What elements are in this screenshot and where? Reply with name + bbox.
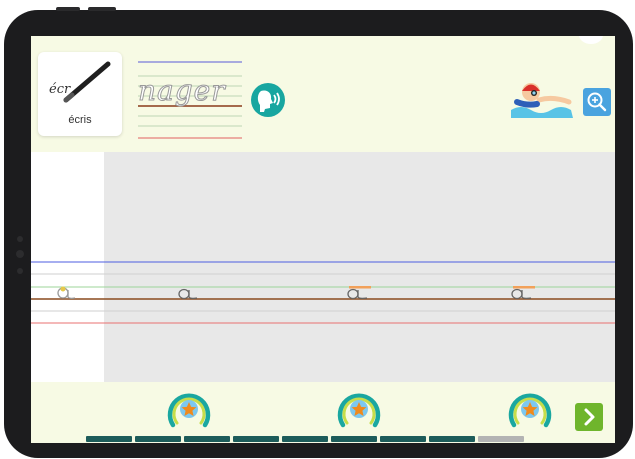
partner-avatar <box>579 36 603 44</box>
word-text: nager <box>138 74 226 108</box>
progress-segment-done <box>380 436 426 442</box>
progress-segment-done <box>429 436 475 442</box>
progress-segment-done <box>233 436 279 442</box>
speaker-head-icon <box>257 90 280 112</box>
audio-button[interactable] <box>251 83 285 117</box>
letter-model-hint[interactable] <box>503 284 539 302</box>
progress-segment-done <box>135 436 181 442</box>
chevron-right-icon <box>584 408 595 426</box>
sensor-icon <box>17 268 23 274</box>
power-button <box>56 7 80 11</box>
progress-segment-done <box>331 436 377 442</box>
next-button[interactable] <box>575 403 603 431</box>
progress-segment-todo <box>478 436 524 442</box>
progress-segment-done <box>282 436 328 442</box>
header-bar: écr écris nager <box>31 36 615 152</box>
mode-label: écris <box>68 114 92 126</box>
sensor-icon <box>16 250 24 258</box>
letter-model[interactable] <box>175 286 201 302</box>
writing-ruling <box>31 261 615 324</box>
zoom-button[interactable] <box>583 88 611 116</box>
letter-model-hint[interactable] <box>339 284 375 302</box>
app-screen: écr écris nager <box>31 36 615 443</box>
write-mode-card[interactable]: écr écris <box>38 52 122 136</box>
swimmer-illustration <box>511 83 573 118</box>
volume-button <box>88 7 116 11</box>
camera-icon <box>17 236 23 242</box>
progress-segment-done <box>184 436 230 442</box>
star-reward-icon <box>167 393 211 428</box>
footer-bar <box>31 382 615 443</box>
star-reward-icon <box>508 393 552 428</box>
zoom-in-icon <box>587 92 607 112</box>
pencil-icon <box>63 61 111 103</box>
letter-traced[interactable] <box>53 284 79 302</box>
star-reward-icon <box>337 393 381 428</box>
progress-segment-done <box>86 436 132 442</box>
